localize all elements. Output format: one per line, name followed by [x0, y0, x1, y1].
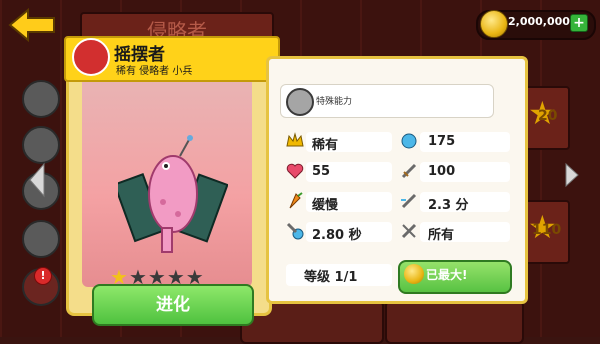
- back-arrow-icon[interactable]: [8, 8, 58, 42]
- carrot-icon: [289, 192, 303, 209]
- stat-attack-time: 2.80 秒: [312, 228, 362, 243]
- alert-badge: !: [34, 267, 52, 285]
- sword-icon: [401, 163, 417, 179]
- coin-icon: [480, 10, 508, 38]
- special-ability-label: 特殊能力: [316, 97, 353, 107]
- coin-amount: 2,000,000: [508, 15, 570, 28]
- skull-mushroom-icon[interactable]: [22, 80, 60, 118]
- add-coins-button[interactable]: +: [570, 14, 588, 32]
- coin-icon: [404, 264, 424, 284]
- crown-icon: [286, 132, 304, 147]
- mushroom-icon: [72, 38, 110, 76]
- stat-rarity: 稀有: [312, 138, 339, 153]
- level-label: 等级: [304, 270, 331, 285]
- unit-slot[interactable]: ★ 110: [522, 200, 570, 264]
- flower-icon[interactable]: [22, 220, 60, 258]
- stat-cost: 175: [428, 134, 456, 149]
- slot-number: 20: [538, 108, 558, 124]
- stat-speed: 缓慢: [312, 198, 339, 213]
- level-display: 等级 1/1: [304, 266, 357, 285]
- arrow-right-icon[interactable]: [562, 160, 582, 190]
- target-sword-icon: [401, 223, 417, 239]
- slot-number: 110: [532, 222, 562, 238]
- stat-target: 所有: [428, 228, 455, 243]
- orb-icon: [401, 133, 417, 149]
- bg-card: [385, 300, 524, 344]
- stat-damage: 100: [428, 164, 456, 179]
- arrow-left-icon[interactable]: [26, 160, 46, 200]
- lock-icon: [286, 88, 314, 116]
- skull-icon[interactable]: [22, 126, 60, 164]
- wobbler-character-icon: [118, 135, 228, 253]
- stat-dps: 2.3 分: [428, 198, 469, 213]
- unit-slot[interactable]: ★ 20: [522, 86, 570, 150]
- maxed-label: 已最大!: [426, 268, 468, 282]
- heart-icon: [286, 163, 304, 179]
- attack-time-icon: [286, 222, 304, 240]
- level-value: 1/1: [334, 270, 358, 285]
- unit-tags: 稀有 侵略者 小兵: [116, 66, 193, 77]
- evolve-button[interactable]: 进化: [92, 284, 254, 326]
- stat-health: 55: [312, 164, 331, 179]
- sword-speed-icon: [401, 193, 417, 209]
